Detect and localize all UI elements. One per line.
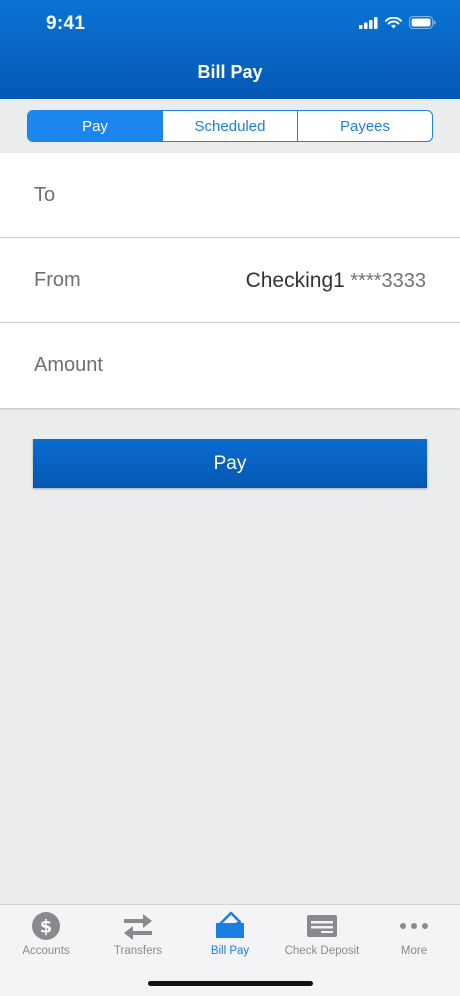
bill-pay-icon [184, 911, 276, 941]
tab-check-deposit[interactable]: Check Deposit [276, 905, 368, 965]
from-label: From [34, 269, 81, 291]
dollar-coin-icon: $ [0, 911, 92, 941]
pay-button[interactable]: Pay [33, 439, 427, 488]
from-account-value: Checking1 ****3333 [246, 269, 426, 293]
tab-transfers-label: Transfers [113, 945, 163, 957]
amount-label: Amount [34, 354, 103, 376]
tab-check-deposit-label: Check Deposit [284, 945, 360, 957]
to-row[interactable]: To [0, 153, 460, 238]
status-time: 9:41 [46, 13, 86, 34]
cellular-signal-icon [359, 16, 378, 29]
payment-form: To From Checking1 ****3333 Amount [0, 153, 460, 408]
status-bar: 9:41 [0, 0, 460, 50]
from-account-name: Checking1 [245, 269, 345, 292]
from-account-mask: ****3333 [350, 270, 426, 292]
wifi-icon [385, 16, 402, 28]
page-title: Bill Pay [197, 62, 263, 82]
tab-accounts[interactable]: $ Accounts [0, 905, 92, 965]
amount-row[interactable]: Amount [0, 323, 460, 408]
ellipsis-icon [368, 911, 460, 941]
tab-more[interactable]: More [368, 905, 460, 965]
check-icon [276, 911, 368, 941]
from-row[interactable]: From Checking1 ****3333 [0, 238, 460, 323]
tab-transfers[interactable]: Transfers [92, 905, 184, 965]
segment-pay[interactable]: Pay [28, 111, 163, 141]
segment-payees[interactable]: Payees [298, 111, 432, 141]
tab-bill-pay[interactable]: Bill Pay [184, 905, 276, 965]
home-indicator [148, 981, 313, 986]
svg-text:$: $ [40, 917, 53, 938]
tab-accounts-label: Accounts [22, 945, 70, 957]
status-icons [359, 16, 436, 29]
tab-more-label: More [400, 945, 428, 957]
tab-bill-pay-label: Bill Pay [210, 945, 250, 957]
app-header: 9:41 Bill Pay [0, 0, 460, 99]
bill-pay-segmented-control: Pay Scheduled Payees [27, 110, 433, 142]
to-label: To [34, 184, 56, 206]
battery-icon [409, 16, 436, 29]
transfer-arrows-icon [92, 911, 184, 941]
segment-scheduled[interactable]: Scheduled [163, 111, 298, 141]
